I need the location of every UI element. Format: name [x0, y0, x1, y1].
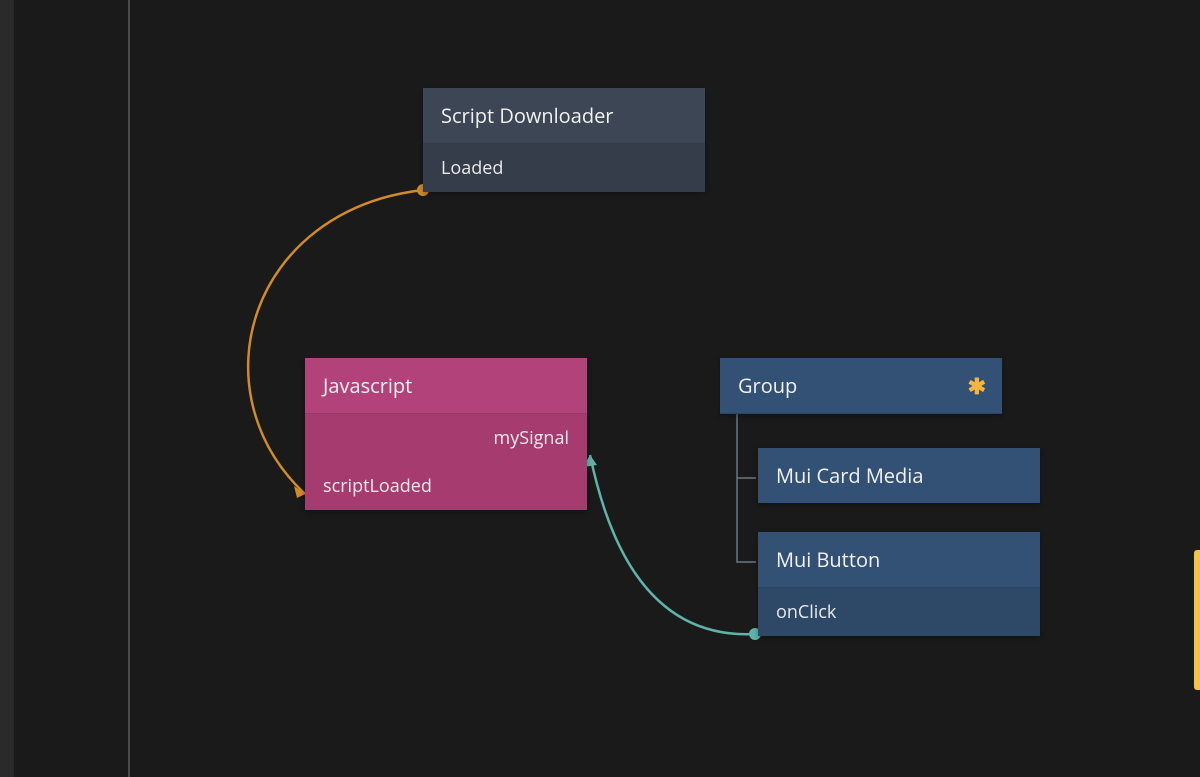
port-label: mySignal: [494, 426, 569, 450]
port-label: scriptLoaded: [323, 474, 432, 498]
input-port-mysignal[interactable]: mySignal: [305, 414, 587, 462]
output-port-onclick[interactable]: onClick: [758, 588, 1040, 636]
edge-onclick-to-mysignal: [590, 455, 755, 634]
node-title-text: Group: [738, 372, 797, 399]
node-title-text: Javascript: [323, 372, 412, 399]
node-canvas[interactable]: Script Downloader Loaded Javascript mySi…: [0, 0, 1200, 777]
node-javascript[interactable]: Javascript mySignal scriptLoaded: [305, 358, 587, 510]
input-port-scriptloaded[interactable]: scriptLoaded: [305, 462, 587, 510]
output-port-loaded[interactable]: Loaded: [423, 144, 705, 192]
node-title: Javascript: [305, 358, 587, 414]
port-label: Loaded: [441, 156, 503, 180]
tree-line: [737, 414, 756, 562]
node-mui-button[interactable]: Mui Button onClick: [758, 532, 1040, 636]
node-title-text: Mui Button: [776, 546, 880, 573]
node-script-downloader[interactable]: Script Downloader Loaded: [423, 88, 705, 192]
node-title-text: Script Downloader: [441, 102, 613, 129]
edge-arrow-scriptloaded: [294, 486, 305, 498]
port-label: onClick: [776, 600, 836, 624]
node-title: Mui Card Media: [758, 448, 1040, 503]
star-icon: ✱: [968, 371, 986, 401]
node-title-text: Mui Card Media: [776, 462, 923, 489]
node-title: Group ✱: [720, 358, 1002, 414]
node-title: Script Downloader: [423, 88, 705, 144]
node-mui-card-media[interactable]: Mui Card Media: [758, 448, 1040, 503]
node-group[interactable]: Group ✱: [720, 358, 1002, 414]
node-title: Mui Button: [758, 532, 1040, 588]
